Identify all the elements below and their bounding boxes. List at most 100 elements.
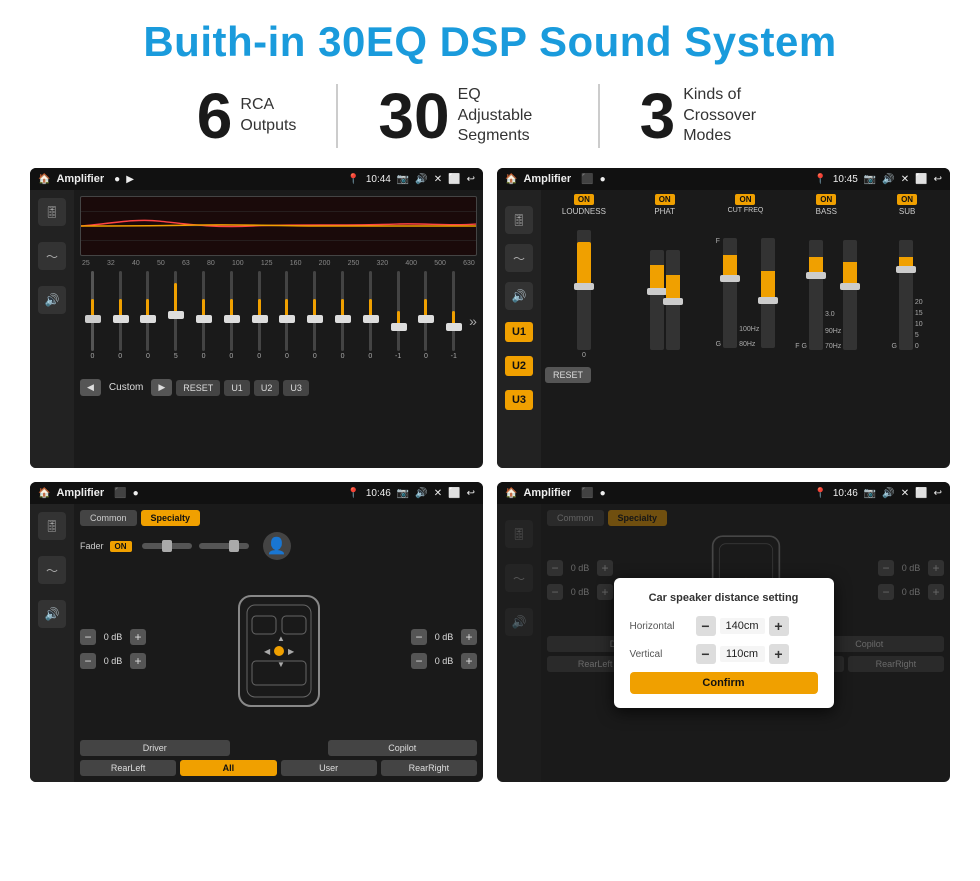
- crossover-u1-btn[interactable]: U1: [505, 322, 533, 342]
- tab-specialty[interactable]: Specialty: [141, 510, 201, 526]
- db-control-4: − 0 dB +: [411, 653, 477, 669]
- fader-icon-tuner[interactable]: 🎚: [38, 512, 66, 540]
- crossover-sidebar: 🎚 〜 🔊 U1 U2 U3: [497, 190, 541, 468]
- volume-icon: 🔊: [415, 174, 427, 185]
- distance-time: 10:46: [833, 488, 858, 499]
- more-icon[interactable]: »: [469, 313, 477, 329]
- eq-next-button[interactable]: ▶: [151, 379, 172, 396]
- fader-control-row: Fader ON 👤: [80, 532, 477, 560]
- rec-icon: ⬛: [581, 174, 593, 185]
- cutfreq-on: ON: [735, 194, 755, 205]
- x-icon: ✕: [434, 174, 442, 185]
- crossover-screen-content: 🎚 〜 🔊 U1 U2 U3 ON LOUDNESS: [497, 190, 950, 468]
- eq-icon-wave[interactable]: 〜: [38, 242, 66, 270]
- speaker-layout-area: − 0 dB + − 0 dB +: [80, 566, 477, 736]
- btn-all[interactable]: All: [180, 760, 276, 776]
- tab-common[interactable]: Common: [80, 510, 137, 526]
- fader-main: Common Specialty Fader ON: [74, 504, 483, 782]
- eq-slider-8[interactable]: 0: [275, 271, 300, 371]
- horizontal-minus-btn[interactable]: −: [696, 616, 716, 636]
- camera-icon3: 📷: [397, 488, 409, 499]
- dot3-icon: ●: [600, 488, 606, 499]
- crossover-icon-tuner[interactable]: 🎚: [505, 206, 533, 234]
- eq-slider-3[interactable]: 0: [136, 271, 161, 371]
- fader-time: 10:46: [366, 488, 391, 499]
- db-plus-4[interactable]: +: [461, 653, 477, 669]
- eq-slider-4[interactable]: 5: [163, 271, 188, 371]
- eq-slider-2[interactable]: 0: [108, 271, 133, 371]
- eq-icon-speaker[interactable]: 🔊: [38, 286, 66, 314]
- btn-rearright[interactable]: RearRight: [381, 760, 477, 776]
- eq-slider-13[interactable]: 0: [414, 271, 439, 371]
- crossover-icon-speaker[interactable]: 🔊: [505, 282, 533, 310]
- db-minus-2[interactable]: −: [80, 653, 96, 669]
- eq-u1-button[interactable]: U1: [224, 380, 250, 396]
- eq-slider-1[interactable]: 0: [80, 271, 105, 371]
- eq-u2-button[interactable]: U2: [254, 380, 280, 396]
- eq-u3-button[interactable]: U3: [283, 380, 309, 396]
- fader-toggle[interactable]: ON: [110, 541, 132, 552]
- db-minus-4[interactable]: −: [411, 653, 427, 669]
- svg-text:▼: ▼: [277, 660, 285, 669]
- confirm-button[interactable]: Confirm: [630, 672, 818, 694]
- vertical-row: Vertical − 110cm +: [630, 644, 818, 664]
- stat-number-rca: 6: [197, 84, 233, 148]
- bass-on: ON: [816, 194, 836, 205]
- crossover-icon-wave[interactable]: 〜: [505, 244, 533, 272]
- window-icon2: ⬜: [915, 174, 927, 185]
- volume-icon4: 🔊: [882, 488, 894, 499]
- ch-loudness: ON LOUDNESS 0: [545, 194, 623, 359]
- eq-slider-12[interactable]: -1: [386, 271, 411, 371]
- db-plus-3[interactable]: +: [461, 629, 477, 645]
- fader-icon-speaker[interactable]: 🔊: [38, 600, 66, 628]
- fader-app-name: Amplifier: [56, 487, 104, 499]
- fader-icon-wave[interactable]: 〜: [38, 556, 66, 584]
- eq-slider-9[interactable]: 0: [302, 271, 327, 371]
- x-icon2: ✕: [901, 174, 909, 185]
- db-minus-3[interactable]: −: [411, 629, 427, 645]
- eq-prev-button[interactable]: ◀: [80, 379, 101, 396]
- btn-rearleft[interactable]: RearLeft: [80, 760, 176, 776]
- volume-icon3: 🔊: [415, 488, 427, 499]
- eq-reset-button[interactable]: RESET: [176, 380, 220, 396]
- db-minus-1[interactable]: −: [80, 629, 96, 645]
- crossover-status-bar: 🏠 Amplifier ⬛ ● 📍 10:45 📷 🔊 ✕ ⬜ ↩: [497, 168, 950, 190]
- home-icon3: 🏠: [38, 488, 50, 499]
- eq-slider-5[interactable]: 0: [191, 271, 216, 371]
- horizontal-row: Horizontal − 140cm +: [630, 616, 818, 636]
- eq-status-bar: 🏠 Amplifier ● ▶ 📍 10:44 📷 🔊 ✕ ⬜ ↩: [30, 168, 483, 190]
- btn-user[interactable]: User: [281, 760, 377, 776]
- btn-copilot[interactable]: Copilot: [328, 740, 478, 756]
- db-plus-1[interactable]: +: [130, 629, 146, 645]
- eq-screenshot: 🏠 Amplifier ● ▶ 📍 10:44 📷 🔊 ✕ ⬜ ↩ 🎚 〜 🔊: [30, 168, 483, 468]
- horizontal-plus-btn[interactable]: +: [769, 616, 789, 636]
- window-icon4: ⬜: [915, 488, 927, 499]
- distance-app-name: Amplifier: [523, 487, 571, 499]
- vertical-plus-btn[interactable]: +: [769, 644, 789, 664]
- crossover-reset-btn[interactable]: RESET: [545, 367, 591, 383]
- db-plus-2[interactable]: +: [130, 653, 146, 669]
- eq-slider-7[interactable]: 0: [247, 271, 272, 371]
- fader-h-slider2[interactable]: [199, 543, 249, 549]
- fader-screen-content: 🎚 〜 🔊 Common Specialty Fader ON: [30, 504, 483, 782]
- back-icon2: ↩: [934, 174, 942, 185]
- crossover-u2-btn[interactable]: U2: [505, 356, 533, 376]
- back-icon4: ↩: [934, 488, 942, 499]
- crossover-app-name: Amplifier: [523, 173, 571, 185]
- eq-slider-10[interactable]: 0: [330, 271, 355, 371]
- eq-val-1: 0: [90, 353, 94, 360]
- btn-driver[interactable]: Driver: [80, 740, 230, 756]
- eq-time: 10:44: [366, 174, 391, 185]
- vertical-minus-btn[interactable]: −: [696, 644, 716, 664]
- svg-text:▶: ▶: [288, 647, 295, 656]
- horizontal-stepper: − 140cm +: [696, 616, 789, 636]
- eq-icon-tuner[interactable]: 🎚: [38, 198, 66, 226]
- eq-slider-6[interactable]: 0: [219, 271, 244, 371]
- dialog-title: Car speaker distance setting: [630, 592, 818, 604]
- eq-slider-11[interactable]: 0: [358, 271, 383, 371]
- crossover-main: ON LOUDNESS 0 ON: [541, 190, 950, 468]
- eq-slider-14[interactable]: -1: [441, 271, 466, 371]
- vertical-stepper: − 110cm +: [696, 644, 789, 664]
- crossover-u3-btn[interactable]: U3: [505, 390, 533, 410]
- fader-h-slider1[interactable]: [142, 543, 192, 549]
